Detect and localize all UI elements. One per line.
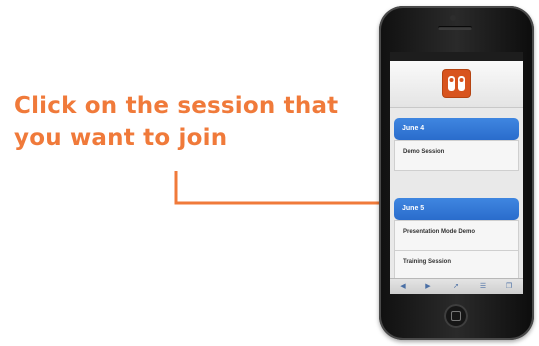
home-button[interactable] [444, 304, 468, 328]
session-item-training-session[interactable]: Training Session [394, 250, 519, 281]
instruction-line-2: you want to join [14, 125, 228, 151]
bookmarks-icon[interactable]: ☰ [478, 283, 488, 291]
instruction-text: Click on the session that you want to jo… [14, 90, 344, 154]
session-title: Demo Session [403, 149, 445, 155]
status-bar [390, 52, 523, 61]
phone-speaker [438, 26, 472, 30]
back-icon[interactable]: ◀ [398, 283, 408, 291]
footprints-icon [443, 70, 470, 97]
session-title: Training Session [403, 259, 452, 265]
forward-icon[interactable]: ▶ [423, 283, 433, 291]
session-item-demo-session[interactable]: Demo Session [394, 140, 519, 171]
session-item-presentation-mode-demo[interactable]: Presentation Mode Demo [394, 220, 519, 251]
session-group-header-june-4[interactable]: June 4 [394, 118, 519, 140]
session-title: Presentation Mode Demo [403, 229, 476, 235]
app-header [390, 61, 523, 108]
share-icon[interactable]: ➚ [451, 283, 461, 291]
phone-mockup: June 4 Demo Session June 5 Presentation … [379, 6, 534, 340]
connector-line [174, 171, 394, 205]
browser-toolbar: ◀ ▶ ➚ ☰ ❐ [390, 278, 523, 294]
front-camera [450, 15, 456, 21]
phone-screen: June 4 Demo Session June 5 Presentation … [390, 52, 523, 294]
tabs-icon[interactable]: ❐ [504, 283, 514, 291]
session-group-header-june-5[interactable]: June 5 [394, 198, 519, 220]
instruction-line-1: Click on the session that [14, 93, 339, 119]
